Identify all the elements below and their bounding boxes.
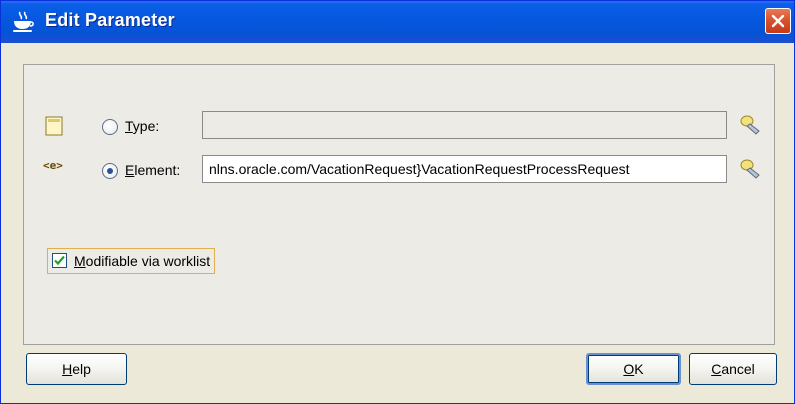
element-radio[interactable] (102, 163, 118, 179)
close-icon (771, 14, 785, 28)
class-type-icon (45, 116, 63, 136)
coffee-cup-icon (13, 11, 34, 32)
element-radio-dot (107, 168, 113, 174)
close-button[interactable] (765, 8, 791, 34)
help-button[interactable]: Help (26, 353, 127, 385)
xml-element-icon: <e> (43, 159, 63, 172)
element-label: Element: (125, 162, 181, 178)
checkmark-icon (54, 255, 65, 266)
flashlight-browse-icon[interactable] (739, 114, 765, 136)
type-radio[interactable] (102, 119, 118, 135)
modifiable-checkbox[interactable] (52, 253, 67, 268)
element-field[interactable]: nlns.oracle.com/VacationRequest}Vacation… (202, 155, 727, 183)
type-field[interactable] (202, 111, 727, 139)
ok-button[interactable]: OK (586, 353, 681, 385)
modifiable-checkbox-row[interactable]: Modifiable via worklist (47, 248, 216, 274)
cancel-button[interactable]: Cancel (689, 353, 777, 385)
edit-parameter-dialog: Edit Parameter Type: <e> Element: nlns.o… (0, 0, 795, 404)
type-label: Type: (125, 118, 160, 134)
dialog-title: Edit Parameter (45, 10, 175, 30)
parameter-panel: Type: <e> Element: nlns.oracle.com/Vacat… (23, 64, 775, 345)
title-bar[interactable]: Edit Parameter (1, 1, 794, 43)
flashlight-browse-icon[interactable] (739, 158, 765, 180)
modifiable-label: Modifiable via worklist (74, 253, 211, 269)
